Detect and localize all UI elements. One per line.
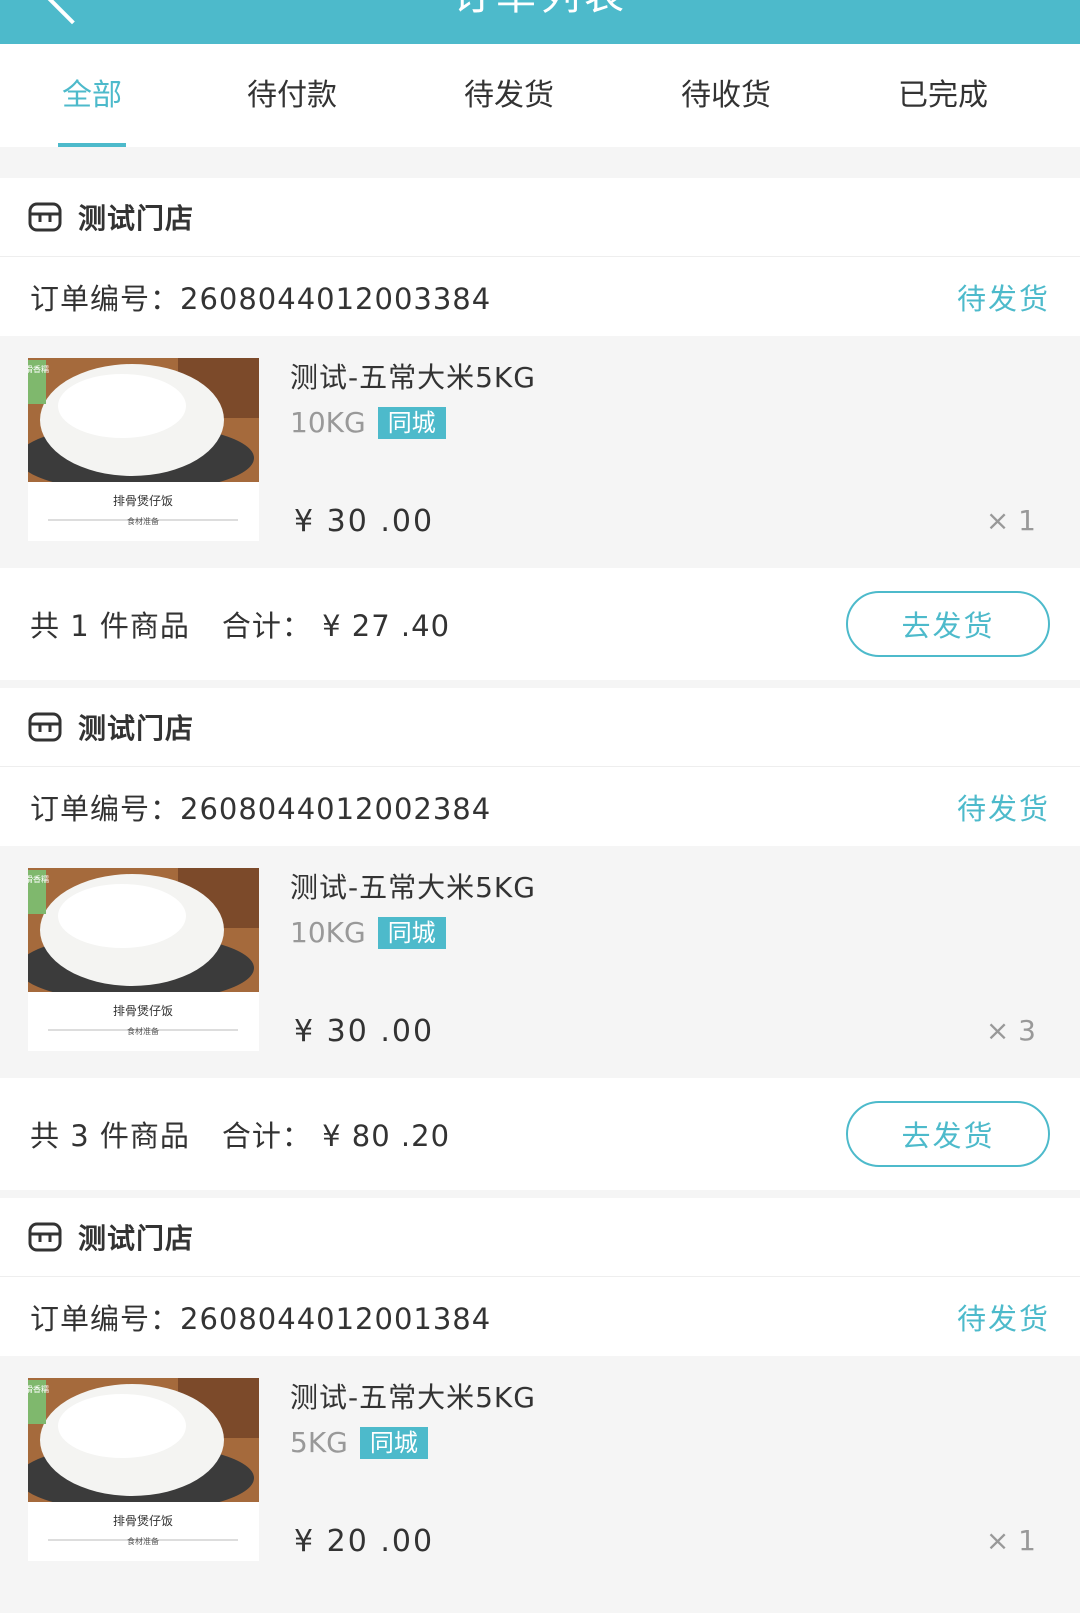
store-name: 测试门店 <box>78 202 195 235</box>
order-number-row: 订单编号：2608044012002384 待发货 <box>0 767 1080 846</box>
active-tab-indicator <box>58 143 126 147</box>
order-number: 订单编号：2608044012003384 <box>30 281 492 316</box>
order-card[interactable]: 测试门店 订单编号：2608044012001384 待发货 滑香糯 排骨煲仔饭 <box>0 1198 1080 1588</box>
ship-button[interactable]: 去发货 <box>846 1101 1050 1167</box>
order-number-row: 订单编号：2608044012001384 待发货 <box>0 1277 1080 1356</box>
store-icon <box>28 1222 62 1252</box>
order-number-row: 订单编号：2608044012003384 待发货 <box>0 257 1080 336</box>
tab-completed[interactable]: 已完成 <box>893 44 993 147</box>
image-badge: 滑香糯 <box>28 874 49 884</box>
tab-label: 已完成 <box>898 78 988 113</box>
product-quantity: × 3 <box>985 1014 1036 1047</box>
rice-bowl-image: 滑香糯 排骨煲仔饭 食材准备 <box>28 868 259 1051</box>
order-total: 合计： ¥ 27 .40 <box>221 609 451 643</box>
delivery-tag: 同城 <box>359 1426 428 1459</box>
order-status: 待发货 <box>956 281 1050 316</box>
product-name: 测试-五常大米5KG <box>290 361 536 394</box>
goods-item[interactable]: 滑香糯 排骨煲仔饭 食材准备 测试-五常大米5KG 10KG 同城 ¥ 30 .… <box>0 846 1080 1078</box>
summary-text: 共 1 件商品 合计： ¥ 27 .40 <box>30 603 482 645</box>
store-name: 测试门店 <box>78 1222 195 1255</box>
product-quantity: × 1 <box>985 1524 1036 1557</box>
tab-label: 待收货 <box>681 78 771 113</box>
order-summary: 共 1 件商品 合计： ¥ 27 .40 去发货 <box>0 568 1080 680</box>
image-badge: 滑香糯 <box>28 364 49 374</box>
product-price: ¥ 30 .00 <box>294 1014 435 1049</box>
order-summary: 共 3 件商品 合计： ¥ 80 .20 去发货 <box>0 1078 1080 1190</box>
summary-text: 共 3 件商品 合计： ¥ 80 .20 <box>30 1113 482 1155</box>
goods-item[interactable]: 滑香糯 排骨煲仔饭 食材准备 测试-五常大米5KG 10KG 同城 ¥ 30 .… <box>0 336 1080 568</box>
order-status: 待发货 <box>956 1301 1050 1336</box>
product-quantity: × 1 <box>985 504 1036 537</box>
product-price: ¥ 30 .00 <box>294 504 435 539</box>
product-spec: 10KG <box>290 916 366 949</box>
store-header[interactable]: 测试门店 <box>0 1198 1080 1277</box>
image-badge: 滑香糯 <box>28 1384 49 1394</box>
goods-item[interactable]: 滑香糯 排骨煲仔饭 食材准备 测试-五常大米5KG 5KG 同城 ¥ 20 .0… <box>0 1356 1080 1588</box>
order-list-page: 订单列表 全部 待付款 待发货 待收货 已完成 测试门店 <box>0 0 1080 1613</box>
image-subcaption: 食材准备 <box>127 1536 159 1546</box>
item-count: 共 1 件商品 <box>30 609 190 643</box>
order-number: 订单编号：2608044012001384 <box>30 1301 492 1336</box>
tab-label: 待付款 <box>247 78 337 113</box>
rice-bowl-image: 滑香糯 排骨煲仔饭 食材准备 <box>28 358 259 541</box>
product-thumbnail: 滑香糯 排骨煲仔饭 食材准备 <box>28 358 259 541</box>
product-name: 测试-五常大米5KG <box>290 1381 536 1414</box>
product-thumbnail: 滑香糯 排骨煲仔饭 食材准备 <box>28 1378 259 1561</box>
store-name: 测试门店 <box>78 712 195 745</box>
product-spec: 10KG <box>290 406 366 439</box>
store-header[interactable]: 测试门店 <box>0 178 1080 257</box>
order-number: 订单编号：2608044012002384 <box>30 791 492 826</box>
product-spec-line: 5KG 同城 <box>290 1426 428 1459</box>
product-spec-line: 10KG 同城 <box>290 916 446 949</box>
delivery-tag: 同城 <box>377 916 446 949</box>
product-thumbnail: 滑香糯 排骨煲仔饭 食材准备 <box>28 868 259 1051</box>
tab-label: 待发货 <box>464 78 554 113</box>
tab-label: 全部 <box>62 78 122 113</box>
image-caption: 排骨煲仔饭 <box>113 493 173 508</box>
tab-pending-shipment[interactable]: 待发货 <box>459 44 559 147</box>
order-card[interactable]: 测试门店 订单编号：2608044012002384 待发货 滑香糯 排骨煲仔饭 <box>0 688 1080 1190</box>
delivery-tag: 同城 <box>377 406 446 439</box>
image-caption: 排骨煲仔饭 <box>113 1003 173 1018</box>
store-header[interactable]: 测试门店 <box>0 688 1080 767</box>
order-card[interactable]: 测试门店 订单编号：2608044012003384 待发货 滑香糯 排骨煲仔饭 <box>0 178 1080 680</box>
product-spec: 5KG <box>290 1426 348 1459</box>
store-icon <box>28 202 62 232</box>
image-caption: 排骨煲仔饭 <box>113 1513 173 1528</box>
store-icon <box>28 712 62 742</box>
tab-all[interactable]: 全部 <box>58 44 126 147</box>
ship-button[interactable]: 去发货 <box>846 591 1050 657</box>
product-name: 测试-五常大米5KG <box>290 871 536 904</box>
image-subcaption: 食材准备 <box>127 1026 159 1036</box>
image-subcaption: 食材准备 <box>127 516 159 526</box>
item-count: 共 3 件商品 <box>30 1119 190 1153</box>
tab-pending-receipt[interactable]: 待收货 <box>676 44 776 147</box>
page-title: 订单列表 <box>0 0 1080 26</box>
order-total: 合计： ¥ 80 .20 <box>221 1119 451 1153</box>
rice-bowl-image: 滑香糯 排骨煲仔饭 食材准备 <box>28 1378 259 1561</box>
product-spec-line: 10KG 同城 <box>290 406 446 439</box>
tab-pending-payment[interactable]: 待付款 <box>242 44 342 147</box>
order-status: 待发货 <box>956 791 1050 826</box>
product-price: ¥ 20 .00 <box>294 1524 435 1559</box>
app-header: 订单列表 <box>0 0 1080 44</box>
order-status-tabs: 全部 待付款 待发货 待收货 已完成 <box>0 44 1080 147</box>
